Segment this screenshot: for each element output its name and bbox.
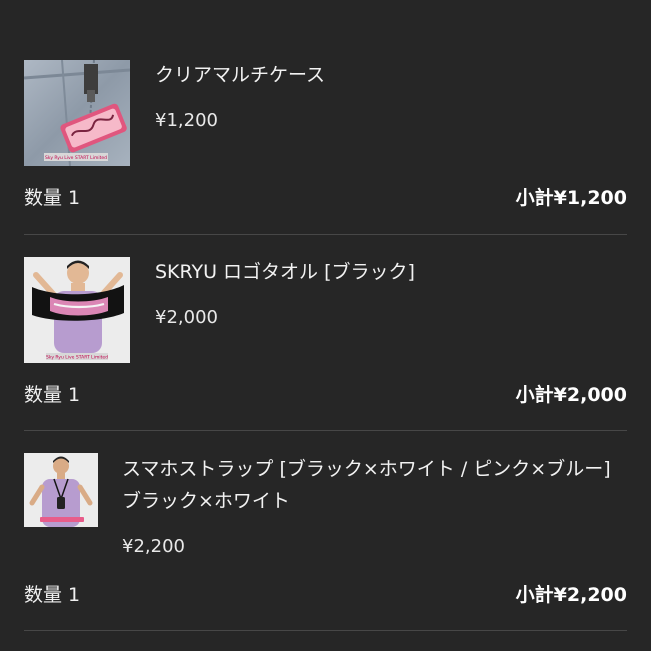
product-name[interactable]: クリアマルチケース [155,59,325,91]
subtotal-label: 小計 [515,584,554,606]
item-divider [24,430,627,431]
product-image[interactable]: Sky Ryu Live START Limited [24,60,130,166]
quantity-label: 数量 [24,384,63,406]
product-image[interactable]: Sky Ryu Live START Limited [24,257,130,363]
product-image-clear-case: Sky Ryu Live START Limited [24,60,130,166]
cart-list: Sky Ryu Live START Limited クリアマルチケース ¥1,… [0,0,651,651]
product-name[interactable]: SKRYU ロゴタオル [ブラック] [155,256,415,288]
quantity: 数量 1 [24,380,80,407]
product-image-logo-towel: Sky Ryu Live START Limited [24,257,130,363]
subtotal-label: 小計 [515,384,554,406]
quantity: 数量 1 [24,183,80,210]
product-price: ¥2,200 [122,536,185,557]
product-image[interactable] [24,453,98,527]
image-caption: Sky Ryu Live START Limited [45,155,107,161]
image-caption: Sky Ryu Live START Limited [46,355,108,361]
subtotal-value: ¥1,200 [553,187,627,209]
quantity-value: 1 [68,584,81,606]
subtotal: 小計¥2,200 [516,580,627,607]
subtotal-label: 小計 [515,187,554,209]
product-image-phone-strap [24,453,98,527]
quantity-label: 数量 [24,584,63,606]
quantity-label: 数量 [24,187,63,209]
product-price: ¥2,000 [155,307,218,328]
product-name[interactable]: スマホストラップ [ブラック×ホワイト / ピンク×ブルー] ブラック×ホワイト [122,453,630,517]
subtotal-value: ¥2,000 [553,384,627,406]
quantity-value: 1 [68,187,81,209]
subtotal-value: ¥2,200 [553,584,627,606]
item-divider [24,630,627,631]
item-divider [24,234,627,235]
product-price: ¥1,200 [155,110,218,131]
quantity-value: 1 [68,384,81,406]
subtotal: 小計¥1,200 [516,183,627,210]
subtotal: 小計¥2,000 [516,380,627,407]
quantity: 数量 1 [24,580,80,607]
